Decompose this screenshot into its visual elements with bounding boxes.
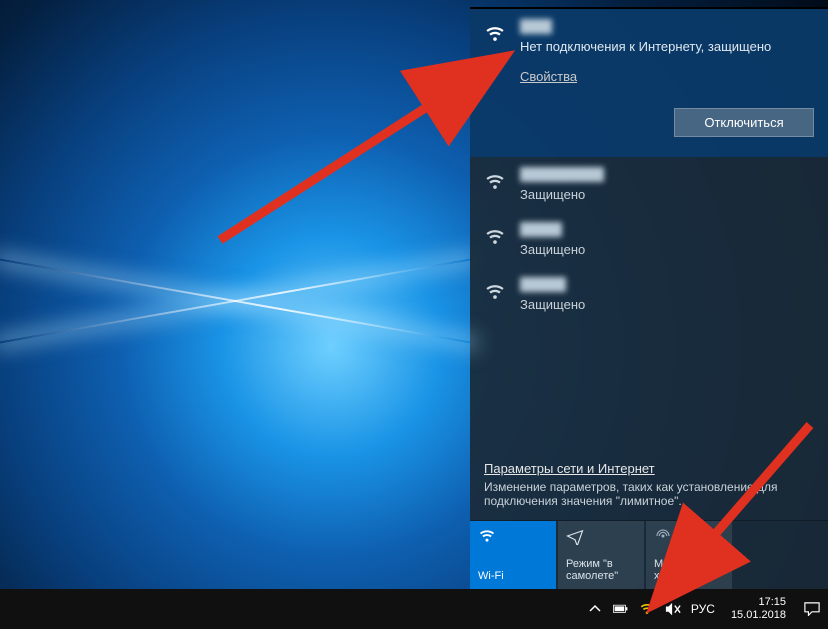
desktop: ████ Нет подключения к Интернету, защище…: [0, 0, 828, 629]
network-settings-section: Параметры сети и Интернет Изменение пара…: [470, 451, 828, 520]
network-ssid: ████: [520, 19, 552, 34]
network-settings-link[interactable]: Параметры сети и Интернет: [484, 461, 655, 476]
network-item-connected[interactable]: ████ Нет подключения к Интернету, защище…: [470, 9, 828, 157]
volume-muted-icon[interactable]: [665, 601, 681, 617]
tray-chevron-up-icon[interactable]: [587, 601, 603, 617]
network-ssid: ██████████: [520, 167, 604, 182]
network-status: Защищено: [520, 242, 814, 257]
network-ssid: █████: [520, 222, 562, 237]
tile-wifi[interactable]: Wi-Fi: [470, 521, 556, 589]
network-list: ████ Нет подключения к Интернету, защище…: [470, 9, 828, 451]
network-flyout: ████ Нет подключения к Интернету, защище…: [470, 7, 828, 589]
taskbar: РУС 17:15 15.01.2018: [0, 589, 828, 629]
tile-label: Мобильный хот-спот: [654, 558, 724, 583]
tile-hotspot[interactable]: Мобильный хот-спот: [646, 521, 732, 589]
network-status: Защищено: [520, 297, 814, 312]
clock[interactable]: 17:15 15.01.2018: [731, 596, 786, 621]
tile-label: Режим "в самолете": [566, 558, 636, 583]
network-ssid: █████: [520, 277, 566, 292]
tile-airplane[interactable]: Режим "в самолете": [558, 521, 644, 589]
tile-label: Wi-Fi: [478, 570, 548, 583]
network-item[interactable]: █████ Защищено: [470, 212, 828, 267]
properties-link[interactable]: Свойства: [520, 69, 577, 84]
airplane-icon: [566, 527, 584, 545]
disconnect-button[interactable]: Отключиться: [674, 108, 814, 137]
action-center-icon[interactable]: [804, 601, 820, 617]
clock-date: 15.01.2018: [731, 609, 786, 622]
wifi-icon: [484, 281, 508, 308]
network-icon[interactable]: [639, 601, 655, 617]
wifi-icon: [478, 527, 496, 545]
hotspot-icon: [654, 527, 672, 545]
wifi-icon: [484, 226, 508, 253]
other-networks: ██████████ Защищено █████ Защищено: [470, 157, 828, 322]
battery-icon[interactable]: [613, 601, 629, 617]
clock-time: 17:15: [731, 596, 786, 609]
quick-tiles: Wi-Fi Режим "в самолете" Мобильный хот-с…: [470, 520, 828, 589]
network-item[interactable]: ██████████ Защищено: [470, 157, 828, 212]
network-status: Защищено: [520, 187, 814, 202]
system-tray: РУС 17:15 15.01.2018: [587, 596, 820, 621]
language-indicator[interactable]: РУС: [691, 602, 715, 616]
network-settings-description: Изменение параметров, таких как установл…: [484, 480, 814, 508]
network-status: Нет подключения к Интернету, защищено: [520, 39, 814, 54]
wifi-icon: [484, 23, 508, 50]
wifi-icon: [484, 171, 508, 198]
network-item[interactable]: █████ Защищено: [470, 267, 828, 322]
